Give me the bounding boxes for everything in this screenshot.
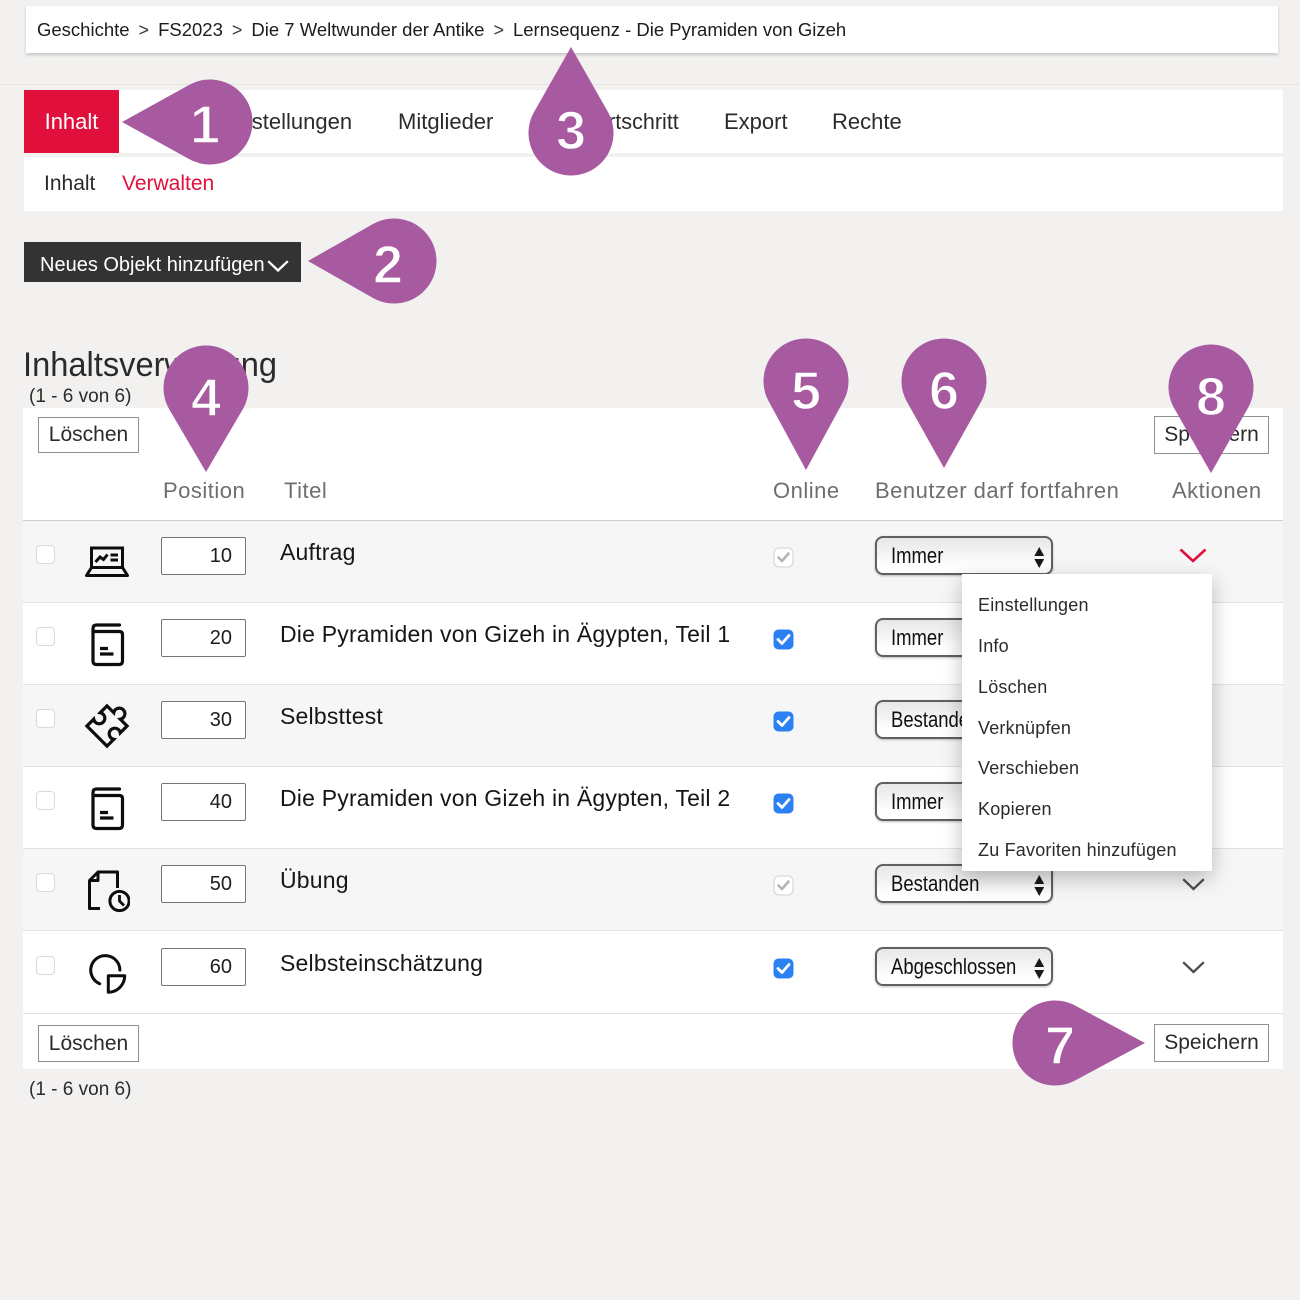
svg-text:1: 1 (190, 95, 220, 155)
svg-text:5: 5 (791, 361, 821, 421)
svg-text:8: 8 (1196, 367, 1226, 427)
svg-text:4: 4 (190, 368, 220, 428)
svg-text:2: 2 (373, 235, 403, 295)
svg-text:6: 6 (929, 361, 959, 421)
svg-text:3: 3 (556, 101, 586, 161)
svg-text:7: 7 (1045, 1016, 1075, 1076)
